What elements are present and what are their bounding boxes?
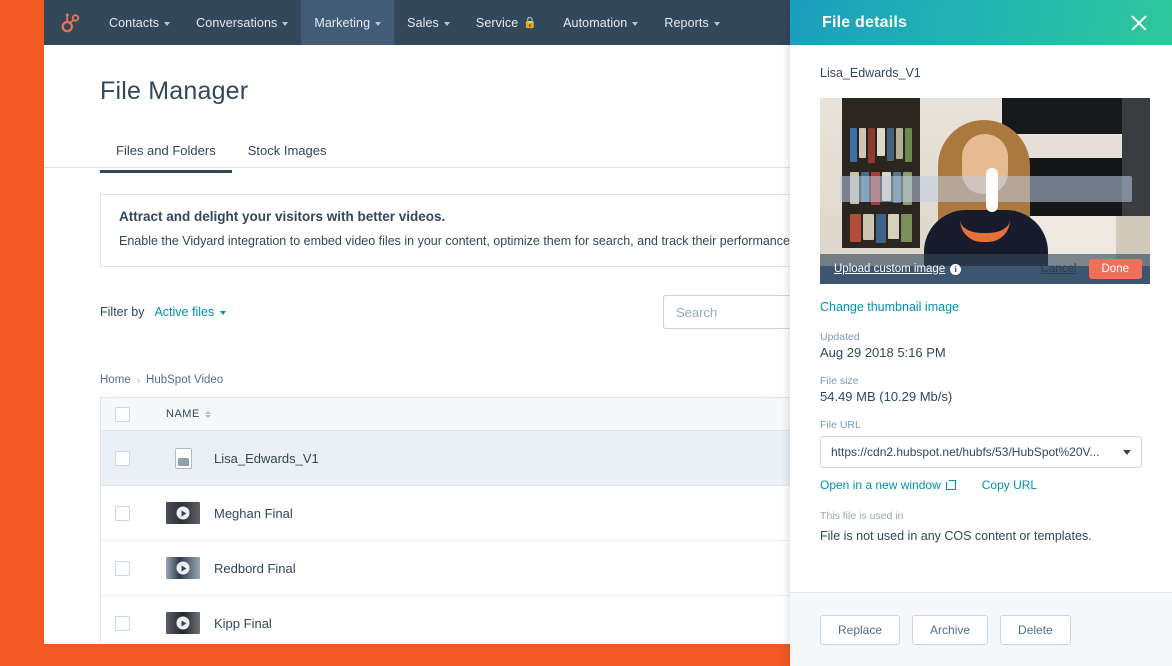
video-thumbnail-icon bbox=[166, 612, 200, 634]
open-in-new-window-label: Open in a new window bbox=[820, 478, 941, 492]
file-details-panel: File details Lisa_Edwards_V1 Upload cust… bbox=[790, 0, 1172, 666]
chevron-down-icon bbox=[164, 21, 171, 26]
file-url-select[interactable]: https://cdn2.hubspot.net/hubfs/53/HubSpo… bbox=[820, 436, 1142, 468]
thumbnail-preview[interactable]: Upload custom image i Cancel Done bbox=[820, 98, 1150, 284]
search-placeholder: Search bbox=[676, 304, 718, 320]
video-thumbnail-icon bbox=[166, 502, 200, 524]
page-title: File Manager bbox=[100, 77, 249, 105]
active-files-dropdown[interactable]: Active files bbox=[154, 305, 227, 319]
panel-header: File details bbox=[790, 0, 1172, 45]
orange-backdrop: Contacts Conversations Marketing Sales S… bbox=[0, 0, 1172, 666]
done-button[interactable]: Done bbox=[1088, 259, 1142, 279]
select-all-checkbox[interactable] bbox=[115, 406, 130, 422]
open-in-new-window-link[interactable]: Open in a new window bbox=[820, 478, 956, 492]
video-thumbnail-icon bbox=[166, 557, 200, 579]
copy-url-label: Copy URL bbox=[981, 478, 1038, 492]
panel-body: Lisa_Edwards_V1 Upload custom image i Ca… bbox=[790, 45, 1172, 592]
row-checkbox[interactable] bbox=[115, 450, 130, 466]
external-link-icon bbox=[945, 480, 956, 490]
nav-label: Service bbox=[475, 15, 519, 30]
column-header-name[interactable]: NAME bbox=[166, 408, 211, 420]
column-header-label: NAME bbox=[166, 408, 200, 420]
row-checkbox[interactable] bbox=[115, 560, 130, 576]
nav-label: Sales bbox=[407, 15, 439, 30]
nav-label: Reports bbox=[664, 15, 709, 30]
nav-item-marketing[interactable]: Marketing bbox=[301, 0, 395, 45]
file-url-value: https://cdn2.hubspot.net/hubfs/53/HubSpo… bbox=[831, 445, 1100, 459]
file-name: Redbord Final bbox=[214, 560, 296, 576]
breadcrumb-home[interactable]: Home bbox=[100, 374, 131, 386]
file-name: Meghan Final bbox=[214, 505, 293, 521]
file-size-label: File size bbox=[820, 375, 859, 387]
breadcrumb-current: HubSpot Video bbox=[146, 374, 224, 386]
hubspot-logo[interactable] bbox=[44, 0, 96, 45]
sort-icon bbox=[204, 410, 211, 418]
lock-icon: 🔒 bbox=[523, 17, 538, 29]
chevron-down-icon bbox=[375, 21, 382, 26]
updated-field: Updated Aug 29 2018 5:16 PM bbox=[820, 331, 1142, 360]
top-navigation-bar: Contacts Conversations Marketing Sales S… bbox=[44, 0, 790, 45]
file-size-field: File size 54.49 MB (10.29 Mb/s) bbox=[820, 375, 1142, 404]
upload-custom-image-link[interactable]: Upload custom image i bbox=[834, 263, 962, 275]
preview-action-bar: Upload custom image i Cancel Done bbox=[820, 254, 1150, 284]
used-in-label: This file is used in bbox=[820, 510, 904, 522]
row-checkbox[interactable] bbox=[115, 505, 130, 521]
url-action-links: Open in a new window Copy URL bbox=[820, 478, 1142, 492]
copy-url-link[interactable]: Copy URL bbox=[982, 478, 1037, 492]
nav-label: Conversations bbox=[196, 15, 278, 30]
nav-item-reports[interactable]: Reports bbox=[651, 0, 732, 45]
replace-button[interactable]: Replace bbox=[820, 614, 901, 645]
breadcrumb-separator: › bbox=[136, 374, 141, 386]
updated-value: Aug 29 2018 5:16 PM bbox=[820, 345, 946, 360]
panel-file-name: Lisa_Edwards_V1 bbox=[820, 66, 921, 80]
panel-footer: Replace Archive Delete bbox=[790, 592, 1172, 666]
close-icon[interactable] bbox=[1128, 12, 1150, 34]
info-icon[interactable]: i bbox=[950, 263, 962, 275]
chevron-down-icon bbox=[282, 21, 289, 26]
tab-label: Files and Folders bbox=[116, 143, 216, 158]
banner-body: Enable the Vidyard integration to embed … bbox=[119, 234, 797, 248]
file-name: Lisa_Edwards_V1 bbox=[214, 450, 319, 466]
nav-items: Contacts Conversations Marketing Sales S… bbox=[96, 0, 733, 45]
upload-custom-image-label: Upload custom image bbox=[834, 263, 946, 275]
nav-item-contacts[interactable]: Contacts bbox=[96, 0, 183, 45]
file-url-label: File URL bbox=[820, 419, 861, 431]
chevron-down-icon bbox=[220, 311, 227, 315]
nav-item-automation[interactable]: Automation bbox=[550, 0, 651, 45]
chevron-down-icon bbox=[632, 21, 639, 26]
nav-label: Marketing bbox=[314, 15, 371, 30]
file-size-value: 54.49 MB (10.29 Mb/s) bbox=[820, 389, 953, 404]
preview-bar-actions: Cancel Done bbox=[1041, 259, 1142, 279]
filter-by-label: Filter by bbox=[100, 305, 145, 319]
nav-label: Contacts bbox=[109, 15, 160, 30]
filter-selected-value: Active files bbox=[154, 305, 215, 319]
thumbnail-scrubber-handle[interactable] bbox=[986, 168, 998, 212]
document-icon bbox=[166, 447, 200, 469]
nav-label: Automation bbox=[563, 15, 628, 30]
nav-item-service[interactable]: Service 🔒 bbox=[463, 0, 550, 45]
updated-label: Updated bbox=[820, 331, 860, 343]
delete-button[interactable]: Delete bbox=[1000, 614, 1071, 645]
nav-item-sales[interactable]: Sales bbox=[394, 0, 463, 45]
chevron-down-icon bbox=[443, 21, 450, 26]
nav-item-conversations[interactable]: Conversations bbox=[183, 0, 301, 45]
change-thumbnail-image-link[interactable]: Change thumbnail image bbox=[820, 300, 959, 314]
chevron-down-icon bbox=[713, 21, 720, 26]
used-in-value: File is not used in any COS content or t… bbox=[820, 529, 1092, 543]
cancel-button[interactable]: Cancel bbox=[1041, 263, 1077, 275]
file-name: Kipp Final bbox=[214, 615, 272, 631]
file-url-field: File URL https://cdn2.hubspot.net/hubfs/… bbox=[820, 419, 1142, 492]
row-checkbox[interactable] bbox=[115, 615, 130, 631]
panel-title: File details bbox=[822, 13, 908, 31]
breadcrumb: Home › HubSpot Video bbox=[100, 374, 223, 386]
chevron-down-icon bbox=[1123, 449, 1131, 455]
tab-label: Stock Images bbox=[247, 143, 327, 158]
archive-button[interactable]: Archive bbox=[912, 614, 989, 645]
